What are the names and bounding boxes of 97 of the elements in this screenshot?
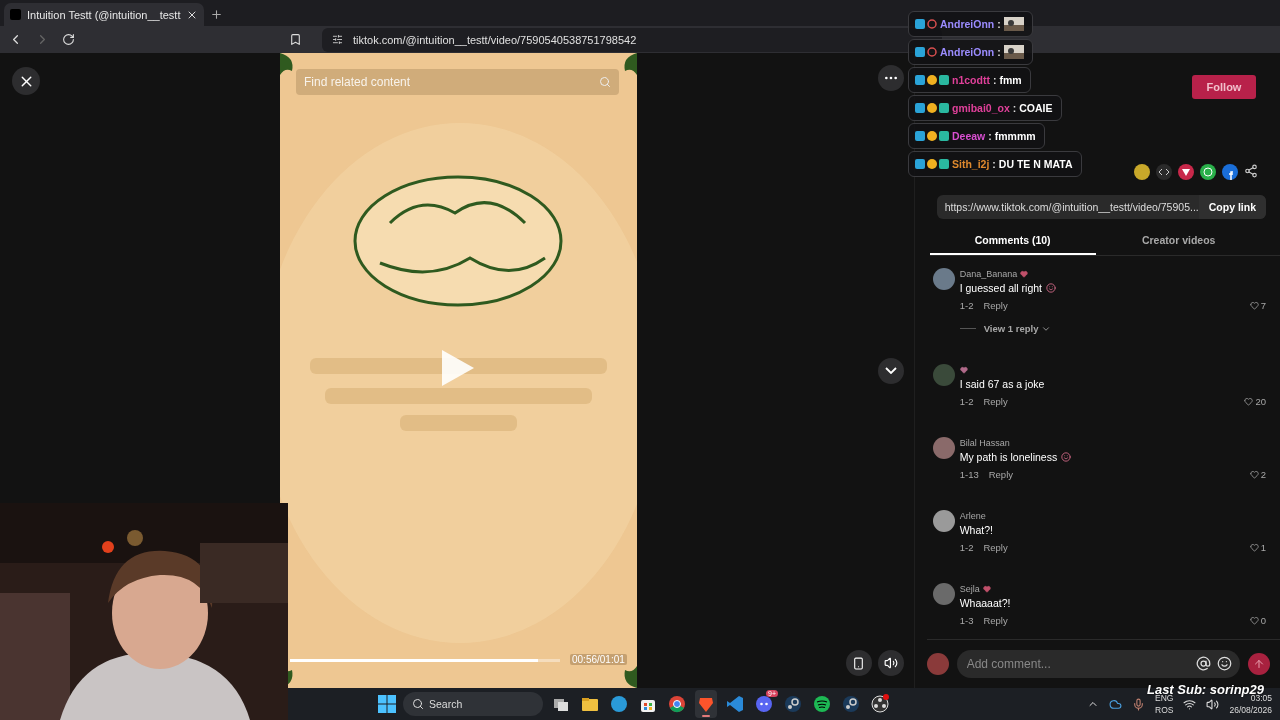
avatar[interactable] [932,268,955,290]
comment-author[interactable]: Dana_Banana [959,268,1018,279]
like-icon[interactable] [1249,301,1259,310]
chevron-down-icon [884,367,897,374]
spotify-icon [812,694,832,714]
chat-separator: : [992,74,997,86]
reload-icon[interactable] [62,33,75,46]
chat-username: n1codtt [952,74,990,86]
close-button[interactable] [12,67,40,95]
comment-author[interactable]: Arlene [959,510,986,521]
arrow-up-icon [1253,658,1265,670]
chat-text: DU TE N MATA [998,158,1073,170]
browser-tab[interactable]: Intuition Testt (@intuition__testt [4,3,205,26]
chat-separator: : [992,158,996,170]
like-count: 2 [1260,469,1266,480]
embed-icon[interactable] [1156,164,1172,180]
comment-time: 1-2 [959,542,974,553]
avatar[interactable] [932,437,955,459]
chrome-icon [667,694,687,714]
like-icon[interactable] [1249,543,1259,552]
mention-icon[interactable] [1196,656,1211,671]
chat-text: fmm [999,74,1022,86]
new-tab-icon[interactable] [210,8,224,21]
emoji-icon[interactable] [1217,656,1232,671]
comment-time: 1-2 [959,300,974,311]
comment-author[interactable]: Sejla [959,583,980,594]
address-bar[interactable]: tiktok.com/@intuition__testt/video/7590540538751798542 [322,27,942,52]
whatsapp-icon[interactable] [1200,164,1216,180]
comment-time: 1-3 [959,615,974,626]
badge-icons [915,158,949,170]
chat-separator: : [997,18,1001,30]
panel-tab[interactable]: Creator videos [1095,227,1262,255]
send-icon[interactable] [1178,164,1194,180]
view-replies-button[interactable]: View 1 reply [983,323,1052,334]
bookmark-icon[interactable] [289,33,302,46]
comment-text: What?! [959,524,993,536]
like-count: 1 [1260,542,1266,553]
reply-link[interactable]: Reply [983,300,1008,311]
comment-field[interactable]: Add comment... [956,650,1240,678]
volume-icon[interactable] [1206,697,1220,711]
badge-icons [915,18,937,30]
chat-username: Deeaw [952,130,986,142]
volume-icon [883,656,898,670]
copy-link-button[interactable]: Copy link [1198,195,1266,219]
reply-link[interactable]: Reply [983,615,1008,626]
avatar[interactable] [932,583,955,605]
chat-username: gmibai0_ox [952,102,1010,114]
coin-icon[interactable] [1134,164,1150,180]
start-icon[interactable] [378,695,396,713]
site-settings-icon[interactable] [332,34,343,45]
network-icon[interactable] [1183,697,1197,711]
badge-icons [915,46,937,58]
volume-button[interactable] [877,650,904,676]
facebook-icon[interactable] [1222,164,1238,180]
taskbar-search[interactable]: Search [403,692,543,716]
device-button[interactable] [845,650,872,676]
avatar[interactable] [932,510,955,532]
tiktok-icon [10,9,21,20]
microphone-icon[interactable] [1132,697,1146,711]
badge-icons [915,130,949,142]
next-button[interactable] [877,357,904,384]
comment-text: I said 67 as a joke [959,378,1045,390]
link-bar: https://www.tiktok.com/@intuition__testt/video/75905... Copy link [936,195,1266,219]
cloud-icon[interactable] [1109,697,1123,711]
chat-separator: : [1012,102,1017,114]
comment-author[interactable]: Bilal Hassan [959,437,1010,448]
badge-icons [915,74,949,86]
phone-icon [852,656,866,670]
reply-link[interactable]: Reply [983,396,1008,407]
chat-username: AndreiOnn [940,46,995,58]
like-icon[interactable] [1249,470,1259,479]
panel-tab[interactable]: Comments (10) [929,227,1096,255]
comment-text: My path is loneliness [959,451,1058,463]
send-button[interactable] [1248,653,1270,675]
chat-separator: : [997,46,1001,58]
reply-link[interactable]: Reply [983,542,1008,553]
badge-icons [915,102,949,114]
chat-text: fmmmm [994,130,1036,142]
more-button[interactable] [877,65,904,91]
comment-time: 1-13 [959,469,979,480]
follow-button[interactable]: Follow [1192,75,1256,99]
comment-text: I guessed all right [959,282,1042,294]
comment-time: 1-2 [959,396,974,407]
chat-username: Sith_i2j [952,158,990,170]
like-count: 7 [1260,300,1266,311]
chat-separator: : [988,130,992,142]
like-icon[interactable] [1249,616,1259,625]
reply-link[interactable]: Reply [988,469,1013,480]
chat-text: COAIE [1019,102,1053,114]
like-count: 20 [1255,396,1266,407]
chat-username: AndreiOnn [940,18,995,30]
like-icon[interactable] [1244,397,1254,406]
share-icon[interactable] [1244,164,1258,178]
avatar [926,653,949,675]
comment-text: Whaaaat?! [959,597,1011,609]
like-count: 0 [1260,615,1266,626]
search-icon [412,698,424,710]
